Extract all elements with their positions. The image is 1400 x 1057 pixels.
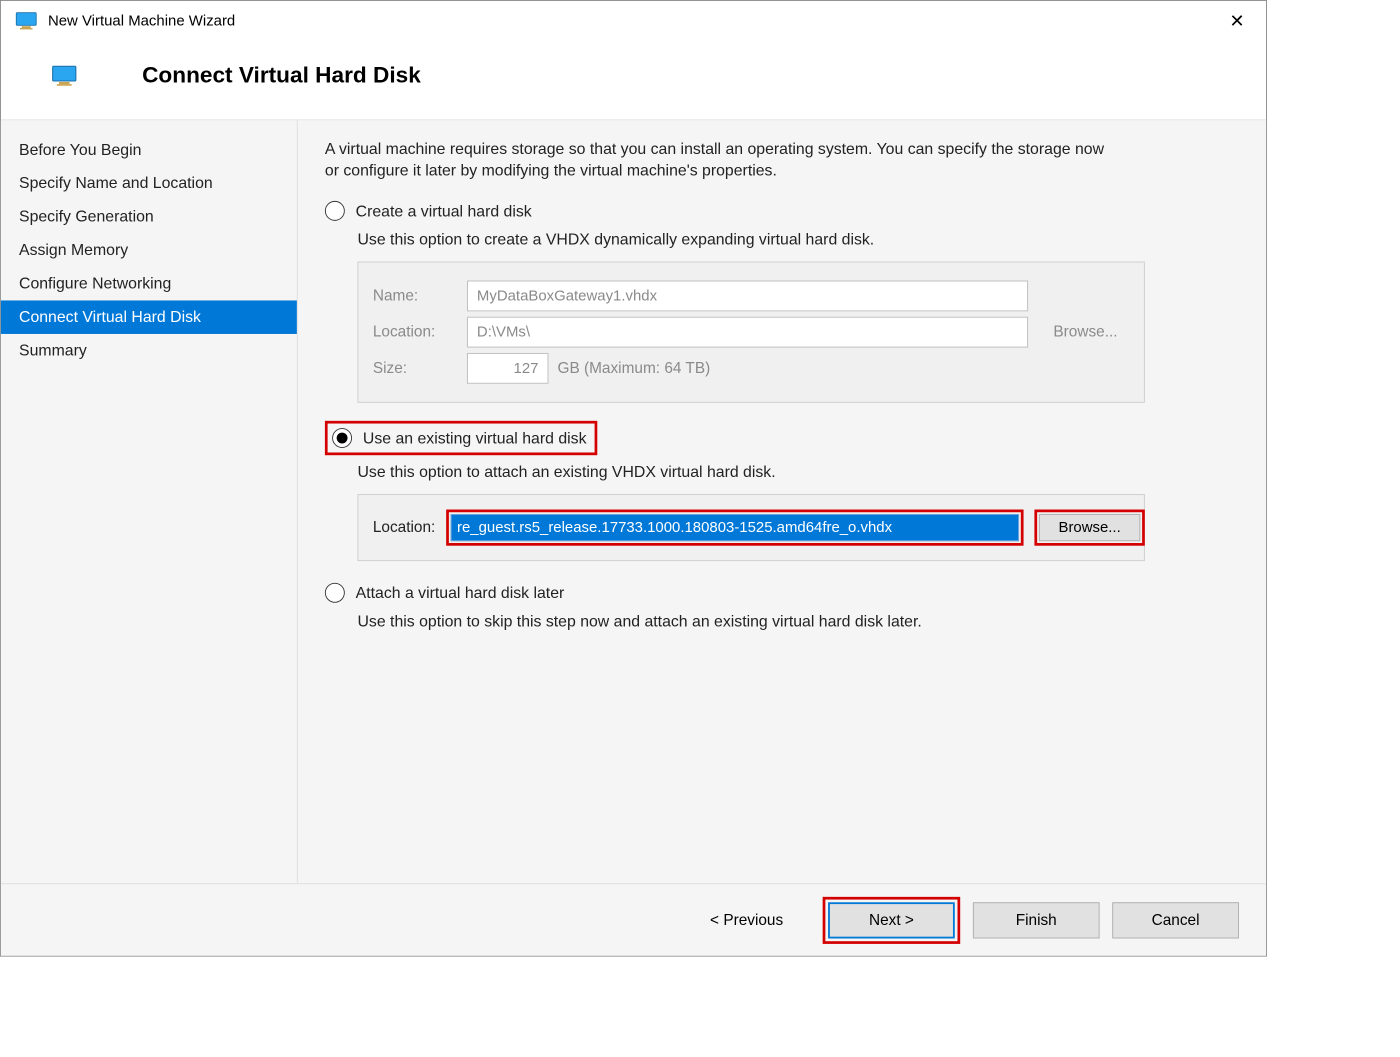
sidebar-item-assign-memory[interactable]: Assign Memory <box>1 233 297 266</box>
location-label: Location: <box>373 323 458 341</box>
existing-panel: Location: Browse... <box>357 494 1144 561</box>
size-suffix: GB (Maximum: 64 TB) <box>557 360 710 378</box>
highlight-option-existing: Use an existing virtual hard disk <box>325 421 597 455</box>
monitor-icon <box>52 65 77 87</box>
radio-existing[interactable] <box>332 428 352 448</box>
name-input <box>467 281 1028 312</box>
size-input <box>467 353 548 384</box>
sidebar-item-configure-networking[interactable]: Configure Networking <box>1 267 297 300</box>
sidebar-item-specify-generation[interactable]: Specify Generation <box>1 200 297 233</box>
option-existing-label: Use an existing virtual hard disk <box>363 429 587 448</box>
highlight-browse-button: Browse... <box>1034 510 1144 546</box>
titlebar: New Virtual Machine Wizard ✕ <box>1 1 1266 41</box>
option-create-desc: Use this option to create a VHDX dynamic… <box>357 230 1248 249</box>
browse-button[interactable]: Browse... <box>1039 514 1140 541</box>
radio-later[interactable] <box>325 583 345 603</box>
page-title: Connect Virtual Hard Disk <box>142 62 421 88</box>
create-panel: Name: Location: Browse... Size: GB (Maxi… <box>357 262 1144 403</box>
radio-create[interactable] <box>325 201 345 221</box>
option-later-row[interactable]: Attach a virtual hard disk later <box>325 583 1248 603</box>
sidebar-item-before-you-begin[interactable]: Before You Begin <box>1 133 297 166</box>
highlight-location-input <box>446 510 1023 546</box>
name-label: Name: <box>373 287 458 305</box>
monitor-icon <box>15 12 37 30</box>
main-panel: A virtual machine requires storage so th… <box>298 120 1266 883</box>
finish-button[interactable]: Finish <box>973 902 1100 938</box>
intro-text: A virtual machine requires storage so th… <box>325 138 1121 181</box>
wizard-window: New Virtual Machine Wizard ✕ Connect Vir… <box>0 0 1267 957</box>
header: Connect Virtual Hard Disk <box>1 41 1266 120</box>
option-later-label: Attach a virtual hard disk later <box>356 583 565 602</box>
option-existing-desc: Use this option to attach an existing VH… <box>357 463 1248 482</box>
sidebar: Before You Begin Specify Name and Locati… <box>1 120 298 883</box>
sidebar-item-summary[interactable]: Summary <box>1 334 297 367</box>
body: Before You Begin Specify Name and Locati… <box>1 120 1266 883</box>
existing-location-label: Location: <box>373 519 435 537</box>
next-button[interactable]: Next > <box>828 902 955 938</box>
existing-location-input[interactable] <box>451 514 1019 541</box>
previous-button[interactable]: < Previous <box>683 902 810 938</box>
footer: < Previous Next > Finish Cancel <box>1 883 1266 955</box>
size-label: Size: <box>373 360 458 378</box>
sidebar-item-specify-name[interactable]: Specify Name and Location <box>1 167 297 200</box>
close-icon[interactable]: ✕ <box>1215 10 1258 33</box>
option-create-row[interactable]: Create a virtual hard disk <box>325 201 1248 221</box>
option-create-label: Create a virtual hard disk <box>356 202 532 221</box>
cancel-button[interactable]: Cancel <box>1112 902 1239 938</box>
highlight-next-button: Next > <box>823 896 961 943</box>
browse-button-disabled: Browse... <box>1053 323 1117 341</box>
option-later-desc: Use this option to skip this step now an… <box>357 612 1248 631</box>
location-input <box>467 317 1028 348</box>
window-title: New Virtual Machine Wizard <box>48 12 1215 29</box>
sidebar-item-connect-vhd[interactable]: Connect Virtual Hard Disk <box>1 300 297 333</box>
